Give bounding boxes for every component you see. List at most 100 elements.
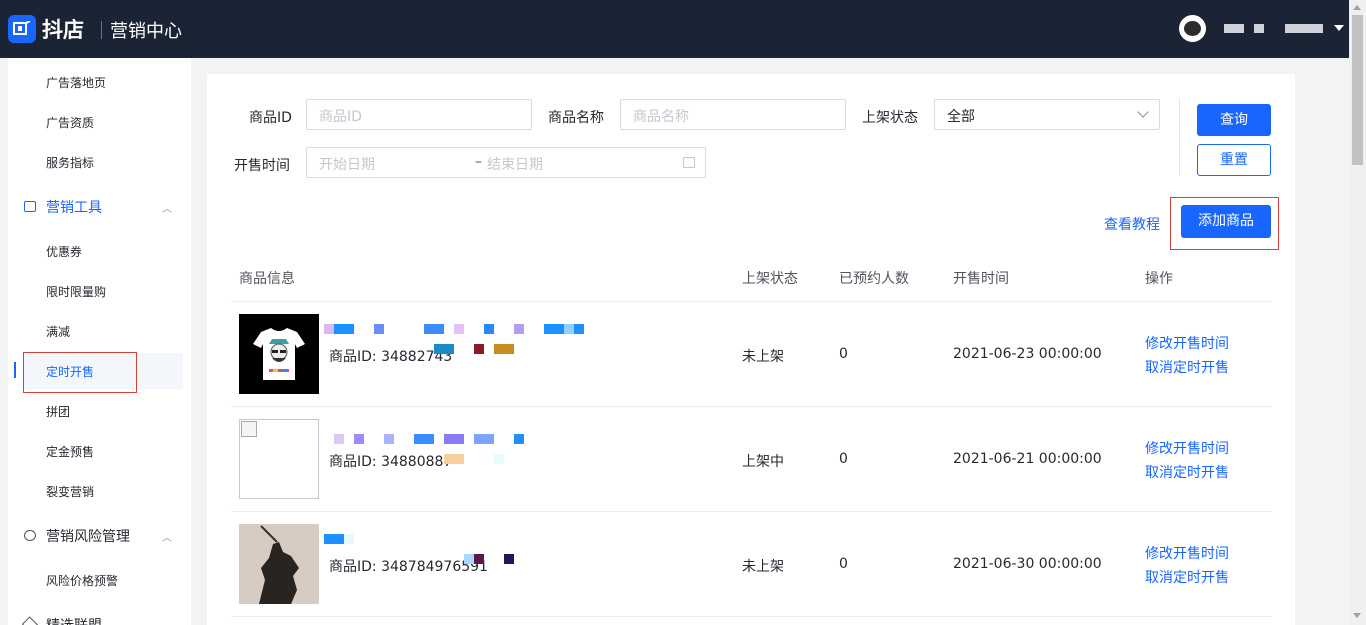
column-header-status: 上架状态 [742, 271, 798, 287]
blurred-id [474, 344, 484, 354]
reservations-cell: 0 [839, 556, 848, 572]
edit-sale-time-link[interactable]: 修改开售时间 [1145, 543, 1229, 563]
sidebar-group-risk-management[interactable]: 营销风险管理 ︿ [8, 517, 191, 553]
product-image[interactable] [239, 314, 319, 394]
cancel-scheduled-sale-link[interactable]: 取消定时开售 [1145, 567, 1229, 587]
edit-sale-time-link[interactable]: 修改开售时间 [1145, 333, 1229, 353]
blurred-id [494, 344, 514, 354]
status-cell: 上架中 [742, 454, 784, 470]
calendar-icon [683, 157, 695, 168]
blurred-id [494, 454, 504, 464]
blurred-title [424, 324, 444, 334]
blurred-title [564, 324, 574, 334]
blurred-title [574, 324, 584, 334]
table-divider [231, 511, 1272, 512]
blurred-id [464, 554, 474, 564]
status-label: 上架状态 [862, 110, 918, 126]
blurred-id [434, 344, 454, 354]
blurred-title [454, 324, 464, 334]
blurred-title [514, 324, 524, 334]
scroll-down-arrow-icon[interactable] [1353, 613, 1361, 618]
sidebar-item-flash-sale[interactable]: 限时限量购 [8, 273, 191, 309]
sidebar-item-ad-landing[interactable]: 广告落地页 [8, 64, 191, 100]
blurred-title [334, 324, 354, 334]
date-range-picker[interactable]: 开始日期 – 结束日期 [306, 147, 706, 178]
highlight-box [23, 352, 137, 393]
column-header-reservations: 已预约人数 [839, 271, 909, 287]
sidebar-item-service-metrics[interactable]: 服务指标 [8, 144, 191, 180]
blurred-title [544, 324, 564, 334]
blurred-title [324, 534, 344, 544]
user-name-blurred[interactable] [1285, 24, 1323, 33]
cancel-scheduled-sale-link[interactable]: 取消定时开售 [1145, 357, 1229, 377]
table-divider [231, 406, 1272, 407]
filter-divider [1179, 98, 1180, 176]
blurred-title [414, 434, 434, 444]
chart-icon [24, 201, 36, 212]
reservations-cell: 0 [839, 346, 848, 362]
sidebar-item-ad-qualification[interactable]: 广告资质 [8, 104, 191, 140]
table-divider [231, 616, 1272, 617]
chevron-down-icon [1137, 106, 1149, 118]
shop-name-blurred [1254, 24, 1264, 33]
sidebar-group-alliance[interactable]: 精选联盟 ︿ [8, 606, 191, 625]
shop-name-blurred [1224, 24, 1244, 33]
blurred-id [474, 554, 484, 564]
brand-name: 抖店 [42, 18, 84, 42]
chevron-up-icon: ︿ [162, 204, 172, 215]
brand-divider [101, 21, 102, 39]
product-image-broken[interactable] [239, 419, 319, 499]
sidebar: 广告落地页 广告资质 服务指标 营销工具 ︿ 优惠券 限时限量购 满减 定时开售… [8, 58, 191, 625]
column-header-sale-time: 开售时间 [953, 271, 1009, 287]
blurred-title [484, 324, 494, 334]
reservations-cell: 0 [839, 451, 848, 467]
blurred-title [324, 324, 334, 334]
sidebar-item-viral-marketing[interactable]: 裂变营销 [8, 473, 191, 509]
blurred-id [504, 554, 514, 564]
highlight-box [1170, 197, 1279, 250]
scrollbar-thumb[interactable] [1352, 15, 1363, 165]
start-date-input[interactable]: 开始日期 [319, 157, 375, 173]
sidebar-item-group-buy[interactable]: 拼团 [8, 393, 191, 429]
status-select[interactable]: 全部 [934, 99, 1160, 130]
product-image[interactable] [239, 524, 319, 604]
blurred-title [344, 534, 354, 544]
date-separator: – [475, 154, 482, 170]
blurred-title [384, 434, 394, 444]
sidebar-item-deposit-presale[interactable]: 定金预售 [8, 433, 191, 469]
end-date-input[interactable]: 结束日期 [487, 154, 543, 174]
reset-button[interactable]: 重置 [1197, 144, 1271, 176]
blurred-title [444, 434, 464, 444]
blurred-id [444, 454, 464, 464]
doudian-logo-icon[interactable] [8, 15, 36, 43]
broken-image-icon [241, 421, 257, 437]
blurred-title [354, 434, 364, 444]
avatar[interactable] [1179, 15, 1206, 42]
sidebar-group-marketing-tools[interactable]: 营销工具 ︿ [8, 188, 191, 224]
column-header-product-info: 商品信息 [239, 271, 295, 287]
sale-time-cell: 2021-06-30 00:00:00 [953, 556, 1102, 572]
chevron-down-icon[interactable] [1334, 25, 1344, 31]
query-button[interactable]: 查询 [1197, 104, 1271, 136]
active-indicator [14, 362, 16, 378]
app-subtitle: 营销中心 [110, 21, 182, 42]
product-id-input[interactable]: 商品ID [306, 99, 532, 130]
chevron-up-icon: ︿ [162, 618, 172, 625]
product-name-input[interactable]: 商品名称 [620, 99, 846, 130]
tutorial-link[interactable]: 查看教程 [1104, 214, 1160, 234]
chevron-up-icon: ︿ [162, 533, 172, 544]
table-divider [231, 301, 1272, 302]
status-select-value: 全部 [947, 109, 975, 125]
sale-time-label: 开售时间 [234, 158, 290, 174]
window-scrollbar[interactable] [1349, 0, 1366, 625]
sidebar-item-coupon[interactable]: 优惠券 [8, 233, 191, 269]
clock-icon [24, 530, 36, 541]
cancel-scheduled-sale-link[interactable]: 取消定时开售 [1145, 462, 1229, 482]
top-nav-bar: 抖店 营销中心 [0, 0, 1366, 58]
sidebar-item-full-reduction[interactable]: 满减 [8, 313, 191, 349]
product-id-label: 商品ID [249, 110, 292, 126]
sidebar-item-price-warning[interactable]: 风险价格预警 [8, 562, 191, 598]
sale-time-cell: 2021-06-23 00:00:00 [953, 346, 1102, 362]
edit-sale-time-link[interactable]: 修改开售时间 [1145, 438, 1229, 458]
scroll-up-arrow-icon[interactable] [1353, 5, 1361, 10]
